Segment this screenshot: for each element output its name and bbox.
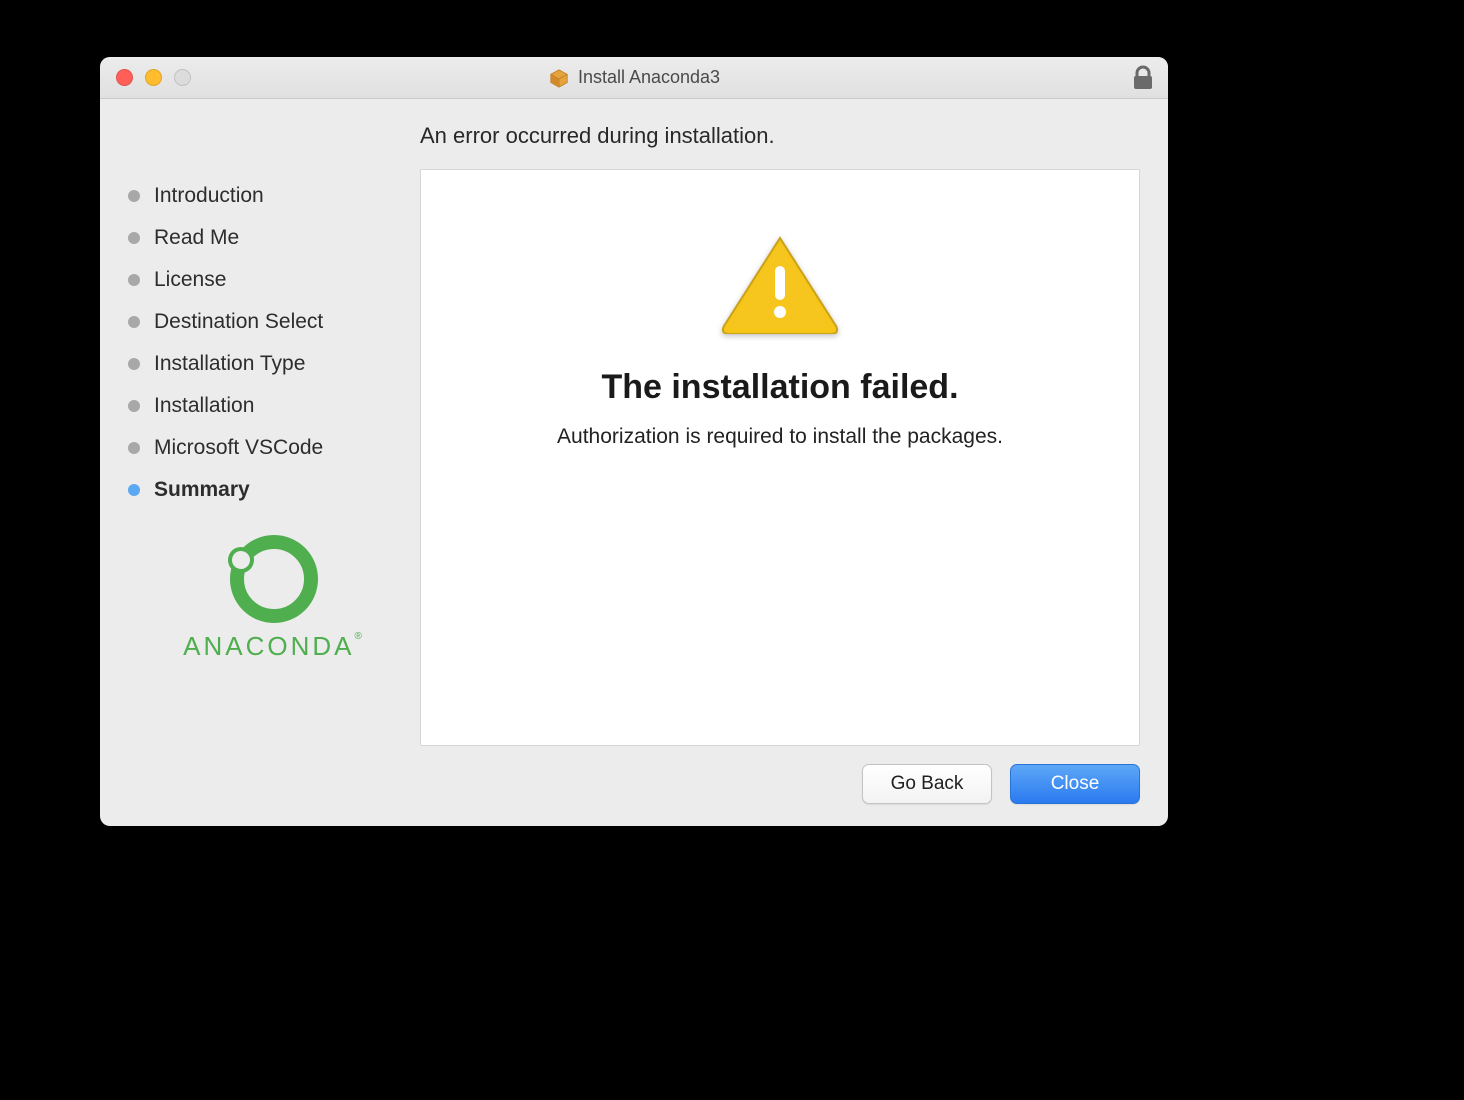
step-dot-icon bbox=[128, 190, 140, 202]
step-summary: Summary bbox=[128, 469, 420, 511]
window-controls bbox=[100, 69, 191, 86]
lock-icon bbox=[1132, 65, 1154, 96]
step-label: License bbox=[154, 268, 226, 292]
step-dot-icon bbox=[128, 358, 140, 370]
content-area: An error occurred during installation. I… bbox=[100, 99, 1168, 826]
anaconda-wordmark: ANACONDA® bbox=[128, 631, 420, 662]
package-icon bbox=[548, 67, 570, 89]
close-window-button[interactable] bbox=[116, 69, 133, 86]
titlebar: Install Anaconda3 bbox=[100, 57, 1168, 99]
step-label: Microsoft VSCode bbox=[154, 436, 323, 460]
failure-title: The installation failed. bbox=[601, 368, 958, 407]
anaconda-logo: ANACONDA® bbox=[128, 535, 420, 662]
step-dot-icon bbox=[128, 274, 140, 286]
step-installation: Installation bbox=[128, 385, 420, 427]
step-label: Summary bbox=[154, 478, 250, 502]
step-introduction: Introduction bbox=[128, 175, 420, 217]
step-destination-select: Destination Select bbox=[128, 301, 420, 343]
page-heading: An error occurred during installation. bbox=[100, 99, 1168, 169]
zoom-window-button[interactable] bbox=[174, 69, 191, 86]
step-label: Read Me bbox=[154, 226, 239, 250]
steps-sidebar: Introduction Read Me License Destination… bbox=[128, 169, 420, 746]
warning-icon bbox=[710, 230, 850, 338]
footer-buttons: Go Back Close bbox=[100, 746, 1168, 826]
anaconda-ring-icon bbox=[230, 535, 318, 623]
step-dot-icon bbox=[128, 442, 140, 454]
go-back-button[interactable]: Go Back bbox=[862, 764, 992, 804]
step-label: Installation Type bbox=[154, 352, 305, 376]
failure-message: Authorization is required to install the… bbox=[557, 425, 1003, 449]
close-button[interactable]: Close bbox=[1010, 764, 1140, 804]
step-label: Destination Select bbox=[154, 310, 323, 334]
step-license: License bbox=[128, 259, 420, 301]
step-dot-icon bbox=[128, 484, 140, 496]
step-read-me: Read Me bbox=[128, 217, 420, 259]
step-label: Installation bbox=[154, 394, 254, 418]
step-installation-type: Installation Type bbox=[128, 343, 420, 385]
minimize-window-button[interactable] bbox=[145, 69, 162, 86]
window-title: Install Anaconda3 bbox=[100, 67, 1168, 89]
step-dot-icon bbox=[128, 232, 140, 244]
window-title-text: Install Anaconda3 bbox=[578, 67, 720, 88]
result-panel: The installation failed. Authorization i… bbox=[420, 169, 1140, 746]
step-dot-icon bbox=[128, 400, 140, 412]
step-dot-icon bbox=[128, 316, 140, 328]
installer-window: Install Anaconda3 An error occurred duri… bbox=[100, 57, 1168, 826]
step-microsoft-vscode: Microsoft VSCode bbox=[128, 427, 420, 469]
step-label: Introduction bbox=[154, 184, 264, 208]
